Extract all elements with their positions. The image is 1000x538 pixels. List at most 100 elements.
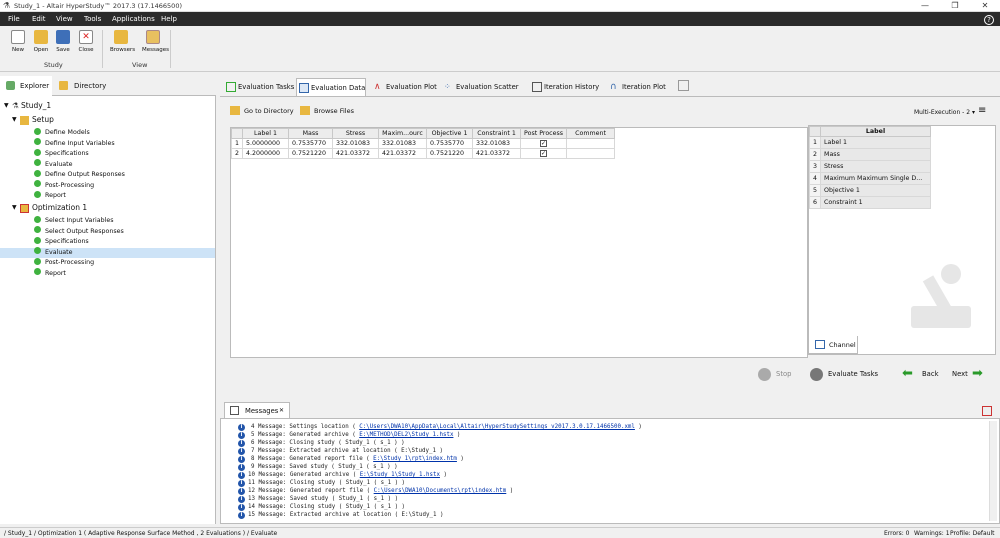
help-icon[interactable]: ? xyxy=(984,15,994,25)
cell[interactable]: 332.01083 xyxy=(332,138,380,149)
message-line: 10 Message: Generated archive ( E:\Study… xyxy=(248,472,447,478)
status-path: / Study_1 / Optimization 1 ( Adaptive Re… xyxy=(4,530,278,537)
next-button[interactable]: Next ➡ xyxy=(952,366,983,382)
column-header[interactable]: Post Process xyxy=(520,128,568,139)
tree-opt-specifications[interactable]: Specifications xyxy=(34,236,89,247)
column-header[interactable]: Stress xyxy=(332,128,380,139)
tree-setup[interactable]: ▼ Setup xyxy=(12,114,54,126)
tab-iteration-plot[interactable]: ∩ Iteration Plot xyxy=(608,78,668,96)
channel-row[interactable]: 3 Stress xyxy=(808,160,932,173)
status-errors[interactable]: Errors: 0 xyxy=(884,528,910,538)
tree-opt-post-processing[interactable]: Post-Processing xyxy=(34,257,94,268)
clear-messages-icon[interactable] xyxy=(982,406,992,416)
info-icon: i xyxy=(238,464,245,471)
column-header[interactable]: Constraint 1 xyxy=(472,128,522,139)
optimization-icon xyxy=(20,203,29,213)
tab-iteration-history[interactable]: Iteration History xyxy=(530,78,600,96)
tree-define-models[interactable]: Define Models xyxy=(34,127,90,138)
tab-evaluation-tasks[interactable]: Evaluation Tasks xyxy=(224,78,294,96)
tree-study[interactable]: ▼ ⚗ Study_1 xyxy=(4,100,51,112)
menu-file[interactable]: File xyxy=(8,15,20,23)
stop-button[interactable]: Stop xyxy=(758,366,791,382)
status-warnings[interactable]: Warnings: 1 xyxy=(914,528,950,538)
column-header[interactable]: Mass xyxy=(288,128,334,139)
tab-explorer[interactable]: Explorer xyxy=(0,76,52,96)
cell[interactable]: 0.7521220 xyxy=(288,148,334,159)
column-header[interactable]: Comment xyxy=(566,128,616,139)
browse-files-button[interactable]: Browse Files xyxy=(300,106,354,115)
cell[interactable]: 0.7535770 xyxy=(288,138,334,149)
evaluate-tasks-button[interactable]: Evaluate Tasks xyxy=(810,366,878,382)
tab-overflow-icon[interactable] xyxy=(678,80,689,91)
browsers-button[interactable]: Browsers xyxy=(110,30,135,53)
tree-specifications[interactable]: Specifications xyxy=(34,148,89,159)
stop-icon xyxy=(758,368,771,381)
tree-define-input-variables[interactable]: Define Input Variables xyxy=(34,138,115,149)
channel-row[interactable]: 1 Label 1 xyxy=(808,136,932,149)
channel-panel: Label 1 Label 1 2 Mass 3 Stress 4 Maximum Ma… xyxy=(808,125,996,355)
menu-tools[interactable]: Tools xyxy=(84,15,101,23)
menu-view[interactable]: View xyxy=(56,15,73,23)
cell[interactable]: 0.7535770 xyxy=(426,138,474,149)
minimize-button[interactable]: — xyxy=(910,0,940,12)
hamburger-menu-icon[interactable]: ≡ xyxy=(978,106,986,116)
tree-evaluate[interactable]: Evaluate xyxy=(34,159,73,170)
menu-edit[interactable]: Edit xyxy=(32,15,46,23)
post-process-checkbox[interactable]: ✓ xyxy=(540,150,548,157)
back-button[interactable]: ⬅ Back xyxy=(902,366,939,382)
tab-evaluation-data[interactable]: Evaluation Data xyxy=(296,78,366,96)
column-header[interactable]: Objective 1 xyxy=(426,128,474,139)
vertical-scrollbar[interactable] xyxy=(989,421,997,521)
channel-row[interactable]: 5 Objective 1 xyxy=(808,184,932,197)
maximize-button[interactable]: ❐ xyxy=(940,0,970,12)
tab-messages[interactable]: Messages ✕ xyxy=(224,402,290,418)
cell[interactable]: 0.7521220 xyxy=(426,148,474,159)
column-header[interactable]: Maxim...ourc xyxy=(378,128,428,139)
post-process-checkbox[interactable]: ✓ xyxy=(540,140,548,147)
channel-row[interactable]: 4 Maximum Maximum Single D... xyxy=(808,172,932,185)
messages-button[interactable]: Messages xyxy=(142,30,169,53)
comment-cell[interactable] xyxy=(566,138,616,149)
cell[interactable]: 332.01083 xyxy=(378,138,428,149)
save-button[interactable]: Save xyxy=(52,30,74,53)
channel-row[interactable]: 2 Mass xyxy=(808,148,932,161)
table-row[interactable]: 2 4.2000000 0.7521220 421.03372 421.0337… xyxy=(230,148,616,159)
tree-select-input-variables[interactable]: Select Input Variables xyxy=(34,215,114,226)
tree-define-output-responses[interactable]: Define Output Responses xyxy=(34,169,125,180)
evaluation-data-panel: Go to Directory Browse Files Multi-Execu… xyxy=(220,96,1000,396)
comment-cell[interactable] xyxy=(566,148,616,159)
column-header[interactable]: Label 1 xyxy=(242,128,290,139)
tab-evaluation-scatter[interactable]: ⁘ Evaluation Scatter xyxy=(442,78,519,96)
close-study-button[interactable]: ✕ Close xyxy=(75,30,97,53)
close-window-button[interactable]: ✕ xyxy=(970,0,1000,12)
tab-evaluation-plot[interactable]: ∧ Evaluation Plot xyxy=(372,78,438,96)
close-tab-icon[interactable]: ✕ xyxy=(279,403,284,419)
tab-directory[interactable]: Directory xyxy=(56,76,116,96)
new-button[interactable]: New xyxy=(7,30,29,53)
execution-mode-dropdown[interactable]: Multi-Execution - 2 ▾ xyxy=(914,109,975,116)
menu-applications[interactable]: Applications xyxy=(112,15,155,23)
tree-report[interactable]: Report xyxy=(34,190,66,201)
cell[interactable]: 421.03372 xyxy=(472,148,522,159)
tree-opt-evaluate[interactable]: Evaluate xyxy=(0,247,215,258)
message-line: 5 Message: Generated archive ( E:\METHOD… xyxy=(251,432,461,438)
info-icon: i xyxy=(238,448,245,455)
open-button[interactable]: Open xyxy=(30,30,52,53)
tree-select-output-responses[interactable]: Select Output Responses xyxy=(34,226,124,237)
check-icon xyxy=(34,215,41,223)
channel-row[interactable]: 6 Constraint 1 xyxy=(808,196,932,209)
tree-optimization[interactable]: ▼ Optimization 1 xyxy=(12,202,87,214)
table-row[interactable]: 1 5.0000000 0.7535770 332.01083 332.0108… xyxy=(230,138,616,149)
cell[interactable]: 4.2000000 xyxy=(242,148,290,159)
message-line: 4 Message: Settings location ( C:\Users\… xyxy=(251,424,642,430)
cell[interactable]: 421.03372 xyxy=(378,148,428,159)
cell[interactable]: 332.01083 xyxy=(472,138,522,149)
tree-opt-report[interactable]: Report xyxy=(34,268,66,279)
tree-post-processing[interactable]: Post-Processing xyxy=(34,180,94,191)
channel-corner xyxy=(808,126,822,137)
menu-help[interactable]: Help xyxy=(161,15,177,23)
cell[interactable]: 421.03372 xyxy=(332,148,380,159)
tab-channel[interactable]: Channel xyxy=(808,336,858,354)
cell[interactable]: 5.0000000 xyxy=(242,138,290,149)
goto-directory-button[interactable]: Go to Directory xyxy=(230,106,294,115)
